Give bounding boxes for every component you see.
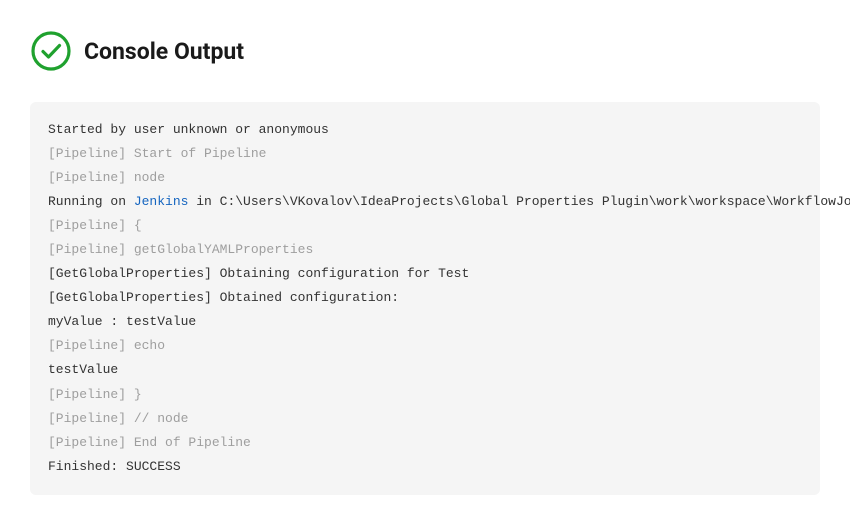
- console-line: [Pipeline] End of Pipeline: [48, 431, 802, 455]
- console-text: [GetGlobalProperties] Obtaining configur…: [48, 266, 469, 281]
- console-line: [Pipeline] node: [48, 166, 802, 190]
- console-line: [Pipeline] {: [48, 214, 802, 238]
- console-line: [GetGlobalProperties] Obtained configura…: [48, 286, 802, 310]
- console-line: [Pipeline] // node: [48, 407, 802, 431]
- console-text: [Pipeline] {: [48, 218, 142, 233]
- console-text: Started by user unknown or anonymous: [48, 122, 329, 137]
- console-text: [Pipeline] node: [48, 170, 165, 185]
- console-text: in C:\Users\VKovalov\IdeaProjects\Global…: [188, 194, 850, 209]
- console-line: [Pipeline] Start of Pipeline: [48, 142, 802, 166]
- console-text: [GetGlobalProperties] Obtained configura…: [48, 290, 399, 305]
- console-output: Started by user unknown or anonymous [Pip…: [30, 102, 820, 495]
- console-text: [Pipeline] // node: [48, 411, 188, 426]
- console-text: [Pipeline] echo: [48, 338, 165, 353]
- success-icon: [30, 30, 72, 72]
- console-text: Finished: SUCCESS: [48, 459, 181, 474]
- console-line: Started by user unknown or anonymous: [48, 118, 802, 142]
- console-text: [Pipeline] End of Pipeline: [48, 435, 251, 450]
- console-text: [Pipeline] Start of Pipeline: [48, 146, 266, 161]
- console-line: [Pipeline] }: [48, 383, 802, 407]
- console-line: Running on Jenkins in C:\Users\VKovalov\…: [48, 190, 802, 214]
- console-line: Finished: SUCCESS: [48, 455, 802, 479]
- console-text: testValue: [48, 362, 118, 377]
- jenkins-link[interactable]: Jenkins: [134, 194, 189, 209]
- console-line: [Pipeline] echo: [48, 334, 802, 358]
- console-text: myValue : testValue: [48, 314, 196, 329]
- console-text: [Pipeline] }: [48, 387, 142, 402]
- console-text: [Pipeline] getGlobalYAMLProperties: [48, 242, 313, 257]
- page-title: Console Output: [84, 38, 244, 65]
- console-text: Running on: [48, 194, 134, 209]
- console-line: testValue: [48, 358, 802, 382]
- console-line: [Pipeline] getGlobalYAMLProperties: [48, 238, 802, 262]
- console-line: [GetGlobalProperties] Obtaining configur…: [48, 262, 802, 286]
- console-line: myValue : testValue: [48, 310, 802, 334]
- page-header: Console Output: [30, 30, 820, 72]
